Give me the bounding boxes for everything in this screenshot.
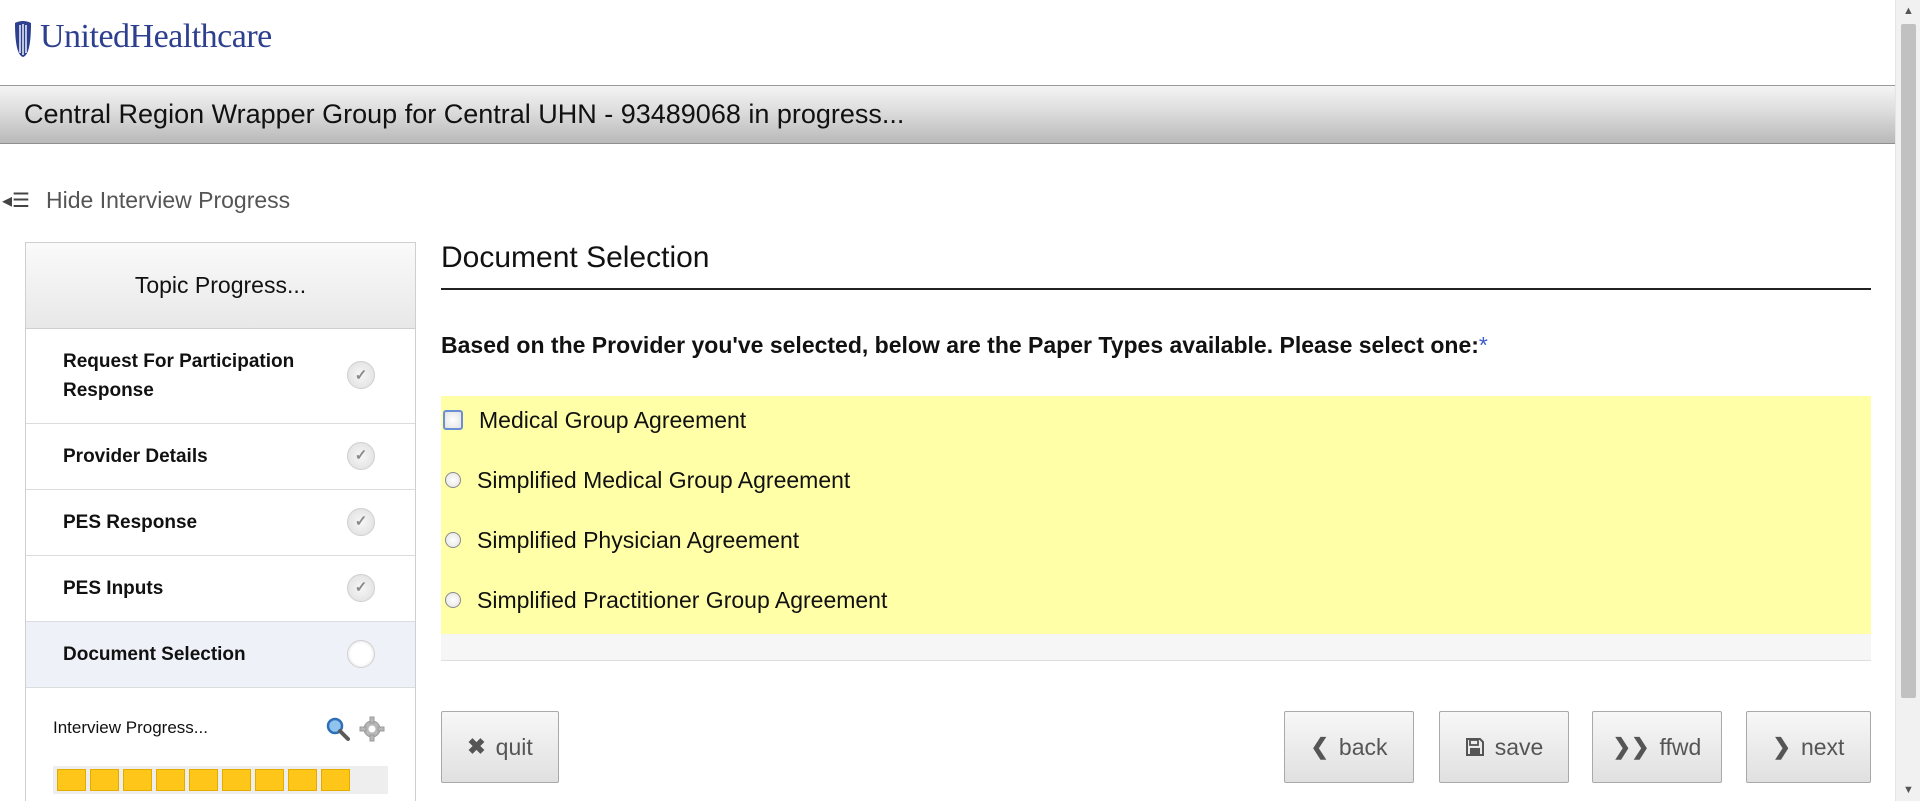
- radio-button[interactable]: [445, 532, 461, 548]
- ffwd-label: ffwd: [1659, 733, 1702, 760]
- option-label: Simplified Physician Agreement: [477, 526, 800, 553]
- radio-button[interactable]: [445, 472, 461, 488]
- quit-label: quit: [495, 733, 533, 760]
- zoom-icon[interactable]: [324, 715, 352, 743]
- sidebar-item-request-for-participation-response[interactable]: Request For Participation Response ✓: [26, 329, 415, 424]
- option-label: Medical Group Agreement: [479, 406, 747, 433]
- interview-title-bar: Central Region Wrapper Group for Central…: [0, 85, 1895, 144]
- option-label: Simplified Practitioner Group Agreement: [477, 586, 888, 613]
- progress-segment: [288, 769, 317, 791]
- hide-interview-progress-toggle[interactable]: ◂☰ Hide Interview Progress: [0, 185, 290, 215]
- progress-segment: [255, 769, 284, 791]
- radio-button[interactable]: [445, 592, 461, 608]
- next-button[interactable]: ❯ next: [1746, 711, 1871, 783]
- floppy-disk-icon: [1465, 738, 1484, 756]
- logo-mark-icon: [15, 21, 31, 57]
- page-title: Central Region Wrapper Group for Central…: [24, 99, 905, 129]
- scroll-down-arrow-icon[interactable]: ▼: [1896, 779, 1920, 801]
- check-icon: ✓: [347, 441, 375, 470]
- scroll-up-arrow-icon[interactable]: ▲: [1896, 0, 1920, 22]
- double-chevron-right-icon: ❯❯: [1612, 734, 1650, 759]
- progress-segment: [321, 769, 350, 791]
- next-label: next: [1800, 733, 1845, 760]
- option-simplified-physician-agreement[interactable]: Simplified Physician Agreement: [445, 522, 799, 558]
- back-label: back: [1338, 733, 1388, 760]
- topic-label: Request For Participation Response: [63, 351, 295, 401]
- main-content: Document Selection Based on the Provider…: [441, 236, 1871, 661]
- progress-segment: [90, 769, 119, 791]
- quit-button[interactable]: ✖ quit: [441, 711, 559, 783]
- option-label: Simplified Medical Group Agreement: [477, 466, 851, 493]
- sidebar-item-document-selection[interactable]: Document Selection: [26, 622, 415, 688]
- chevron-left-icon: ❮: [1310, 734, 1329, 759]
- save-label: save: [1494, 733, 1544, 760]
- progress-segment: [222, 769, 251, 791]
- progress-segment: [189, 769, 218, 791]
- vertical-scrollbar[interactable]: ▲ ▼: [1895, 0, 1920, 801]
- paper-type-options: Medical Group Agreement Simplified Medic…: [441, 396, 1871, 634]
- sidebar-item-pes-response[interactable]: PES Response ✓: [26, 490, 415, 556]
- topic-label: PES Response: [63, 512, 198, 533]
- progress-segment: [156, 769, 185, 791]
- ffwd-button[interactable]: ❯❯ ffwd: [1592, 711, 1722, 783]
- close-icon: ✖: [467, 734, 486, 759]
- question-text: Based on the Provider you've selected, b…: [441, 332, 1871, 359]
- radio-button[interactable]: [443, 410, 463, 430]
- interview-progress-label: Interview Progress...: [53, 718, 208, 737]
- back-button[interactable]: ❮ back: [1284, 711, 1414, 783]
- topic-progress-heading: Topic Progress...: [26, 243, 415, 329]
- option-simplified-medical-group-agreement[interactable]: Simplified Medical Group Agreement: [445, 462, 850, 498]
- interview-progress-bar: [53, 766, 388, 794]
- gear-icon[interactable]: [358, 715, 386, 743]
- topic-label: Provider Details: [63, 446, 208, 467]
- brand-logo[interactable]: UnitedHealthcare: [12, 12, 272, 62]
- topic-label: PES Inputs: [63, 578, 164, 599]
- toggle-label: Hide Interview Progress: [46, 186, 291, 213]
- check-icon: ✓: [347, 361, 375, 389]
- pending-circle-icon: [347, 639, 375, 668]
- chevron-right-icon: ❯: [1772, 734, 1791, 759]
- options-footer: [441, 634, 1871, 661]
- collapse-menu-icon: ◂☰: [2, 189, 30, 212]
- topic-label: Document Selection: [63, 644, 246, 665]
- sidebar-item-pes-inputs[interactable]: PES Inputs ✓: [26, 556, 415, 622]
- check-icon: ✓: [347, 573, 375, 602]
- check-icon: ✓: [347, 507, 375, 536]
- progress-segment: [123, 769, 152, 791]
- interview-progress: Interview Progress...: [26, 688, 415, 798]
- sidebar-item-provider-details[interactable]: Provider Details ✓: [26, 424, 415, 490]
- save-button[interactable]: save: [1439, 711, 1569, 783]
- progress-segment: [57, 769, 86, 791]
- scrollbar-thumb[interactable]: [1901, 24, 1916, 698]
- topic-progress-panel: Topic Progress... Request For Participat…: [25, 242, 416, 801]
- page: UnitedHealthcare Central Region Wrapper …: [0, 0, 1920, 801]
- option-simplified-practitioner-group-agreement[interactable]: Simplified Practitioner Group Agreement: [445, 582, 887, 618]
- question-label: Based on the Provider you've selected, b…: [441, 332, 1479, 358]
- section-title: Document Selection: [441, 236, 1871, 290]
- required-marker: *: [1478, 332, 1488, 358]
- brand-name: UnitedHealthcare: [40, 18, 272, 55]
- option-medical-group-agreement[interactable]: Medical Group Agreement: [443, 402, 747, 438]
